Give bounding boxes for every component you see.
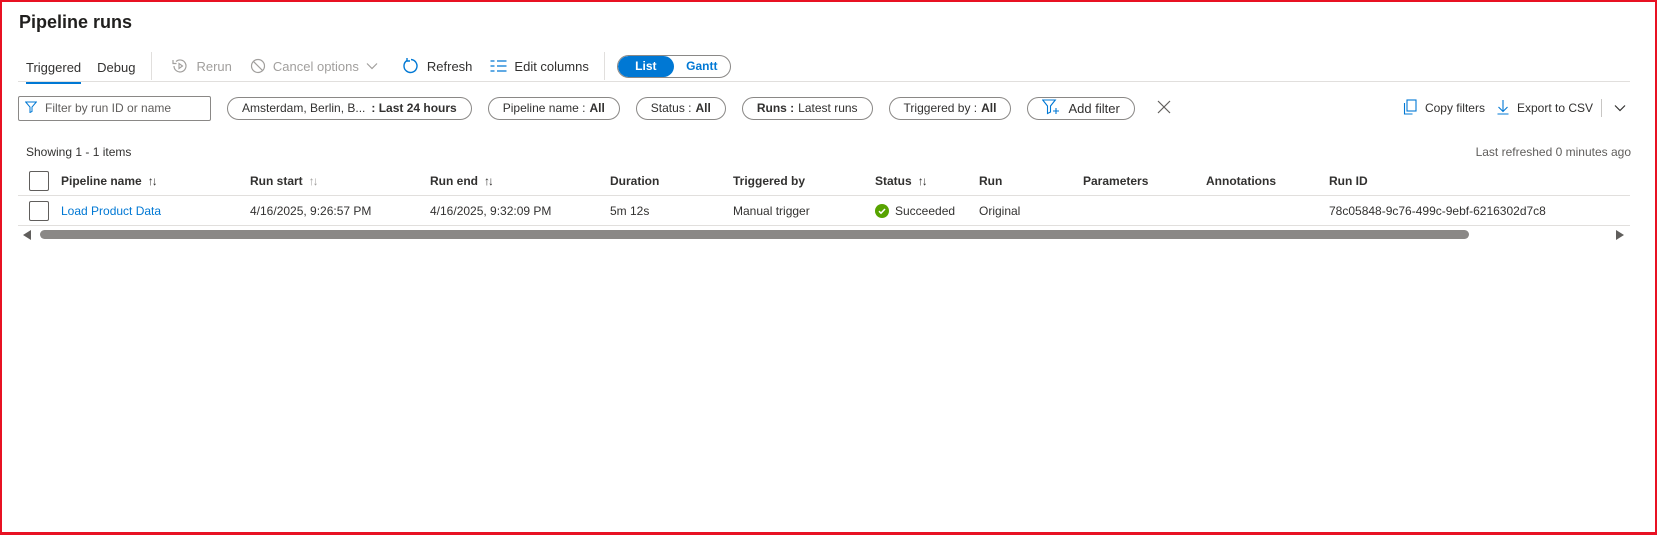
export-csv-button[interactable]: Export to CSV (1497, 99, 1593, 118)
column-header-duration[interactable]: Duration (610, 166, 659, 196)
status-filter-value: All (695, 101, 711, 115)
export-divider (1601, 99, 1602, 117)
runs-filter-value: Latest runs (798, 101, 858, 115)
rerun-icon (171, 58, 189, 74)
toolbar-divider (151, 52, 153, 80)
sort-icon: ↑↓ (484, 174, 492, 188)
status-text: Succeeded (895, 204, 956, 218)
scroll-left-arrow[interactable] (23, 230, 31, 240)
column-header-run-end[interactable]: Run end ↑↓ (430, 166, 492, 196)
run-start-cell: 4/16/2025, 9:26:57 PM (250, 204, 372, 218)
refresh-icon (402, 57, 420, 75)
rerun-label: Rerun (196, 58, 232, 74)
edit-columns-label: Edit columns (514, 58, 589, 74)
sort-icon: ↑↓ (917, 174, 926, 188)
sort-icon: ↑↓ (147, 174, 156, 188)
view-toggle: List Gantt (616, 54, 731, 78)
column-header-pipeline-name[interactable]: Pipeline name ↑↓ (61, 166, 156, 196)
cancel-options-button[interactable]: Cancel options (241, 51, 387, 81)
view-list-option[interactable]: List (617, 55, 674, 77)
download-icon (1497, 99, 1509, 118)
copy-filters-label: Copy filters (1424, 101, 1485, 115)
export-csv-label: Export to CSV (1516, 101, 1593, 115)
triggered-by-filter-label: Triggered by : (903, 101, 978, 115)
add-filter-icon (1042, 98, 1060, 118)
add-filter-button[interactable]: Add filter (1027, 96, 1135, 120)
scroll-right-arrow[interactable] (1616, 230, 1624, 240)
run-id-cell: 78c05848-9c76-499c-9ebf-6216302d7c8 (1329, 204, 1546, 218)
sort-icon: ↑↓ (308, 174, 317, 188)
add-filter-label: Add filter (1068, 100, 1120, 116)
column-label: Status (875, 174, 912, 188)
column-label: Run end (430, 174, 478, 188)
refresh-button[interactable]: Refresh (393, 51, 482, 81)
chevron-down-icon (1614, 101, 1626, 115)
check-circle-icon (875, 204, 889, 218)
table-header: Pipeline name ↑↓ Run start ↑↓ Run end ↑↓ Du… (18, 166, 1630, 196)
runs-filter[interactable]: Runs : Latest runs (741, 96, 873, 120)
triggered-by-filter[interactable]: Triggered by : All (888, 96, 1012, 120)
cancel-options-label: Cancel options (272, 58, 359, 74)
runs-table: Pipeline name ↑↓ Run start ↑↓ Run end ↑↓ Du… (18, 165, 1630, 227)
search-input[interactable]: Filter by run ID or name (18, 95, 211, 121)
time-range-filter[interactable]: Amsterdam, Berlin, B... : Last 24 hours (227, 96, 472, 120)
status-filter-label: Status : (650, 101, 692, 115)
column-label: Pipeline name (61, 174, 142, 188)
filter-icon (24, 101, 38, 116)
runs-filter-label: Runs : (756, 101, 795, 115)
filter-bar: Filter by run ID or name Amsterdam, Berl… (18, 93, 1630, 123)
pipeline-name-filter[interactable]: Pipeline name : All (487, 96, 620, 120)
page-title: Pipeline runs (19, 12, 133, 32)
triggered-by-filter-value: All (981, 101, 997, 115)
horizontal-scrollbar[interactable] (18, 228, 1630, 242)
edit-columns-button[interactable]: Edit columns (481, 51, 597, 81)
run-end-cell: 4/16/2025, 9:32:09 PM (430, 204, 552, 218)
time-range-value: : Last 24 hours (371, 101, 457, 115)
toolbar-divider-line (18, 81, 1630, 82)
refresh-label: Refresh (426, 58, 473, 74)
right-actions: Copy filters Export to CSV (1403, 93, 1630, 123)
copy-icon (1403, 98, 1417, 118)
last-refreshed: Last refreshed 0 minutes ago (1475, 145, 1631, 159)
tab-debug[interactable]: Debug (89, 51, 143, 81)
edit-columns-icon (490, 60, 507, 72)
items-count: Showing 1 - 1 items (26, 145, 132, 159)
select-all-checkbox[interactable] (29, 171, 49, 191)
triggered-by-cell: Manual trigger (733, 204, 810, 218)
cancel-icon (250, 58, 266, 74)
column-label: Run start (250, 174, 303, 188)
pipeline-name-filter-value: All (589, 101, 605, 115)
pipeline-name-link[interactable]: Load Product Data (61, 196, 161, 226)
copy-filters-button[interactable]: Copy filters (1403, 98, 1485, 118)
row-checkbox[interactable] (29, 201, 49, 221)
tab-triggered[interactable]: Triggered (18, 51, 89, 84)
column-header-annotations[interactable]: Annotations (1206, 166, 1276, 196)
run-cell: Original (979, 204, 1021, 218)
toolbar: Triggered Debug Rerun Cancel options Ref… (18, 50, 1628, 84)
export-menu-button[interactable] (1610, 101, 1630, 115)
view-gantt-option[interactable]: Gantt (674, 56, 730, 77)
column-header-parameters[interactable]: Parameters (1083, 166, 1148, 196)
scrollbar-thumb[interactable] (40, 230, 1469, 239)
rerun-button[interactable]: Rerun (162, 51, 240, 81)
column-header-status[interactable]: Status ↑↓ (875, 166, 926, 196)
status-filter[interactable]: Status : All (635, 96, 726, 120)
timezone-text: Amsterdam, Berlin, B... (242, 101, 366, 115)
chevron-down-icon (366, 62, 378, 70)
search-placeholder: Filter by run ID or name (45, 101, 172, 115)
clear-filters-button[interactable] (1157, 100, 1171, 117)
column-header-run[interactable]: Run (979, 166, 1002, 196)
column-header-run-start[interactable]: Run start ↑↓ (250, 166, 317, 196)
column-header-run-id[interactable]: Run ID (1329, 166, 1368, 196)
close-icon (1157, 100, 1171, 117)
duration-cell: 5m 12s (610, 204, 650, 218)
pipeline-name-filter-label: Pipeline name : (502, 101, 586, 115)
column-header-triggered-by[interactable]: Triggered by (733, 166, 805, 196)
toolbar-divider-2 (603, 52, 605, 80)
table-row[interactable]: Load Product Data 4/16/2025, 9:26:57 PM … (18, 196, 1630, 226)
status-cell: Succeeded (875, 196, 955, 226)
